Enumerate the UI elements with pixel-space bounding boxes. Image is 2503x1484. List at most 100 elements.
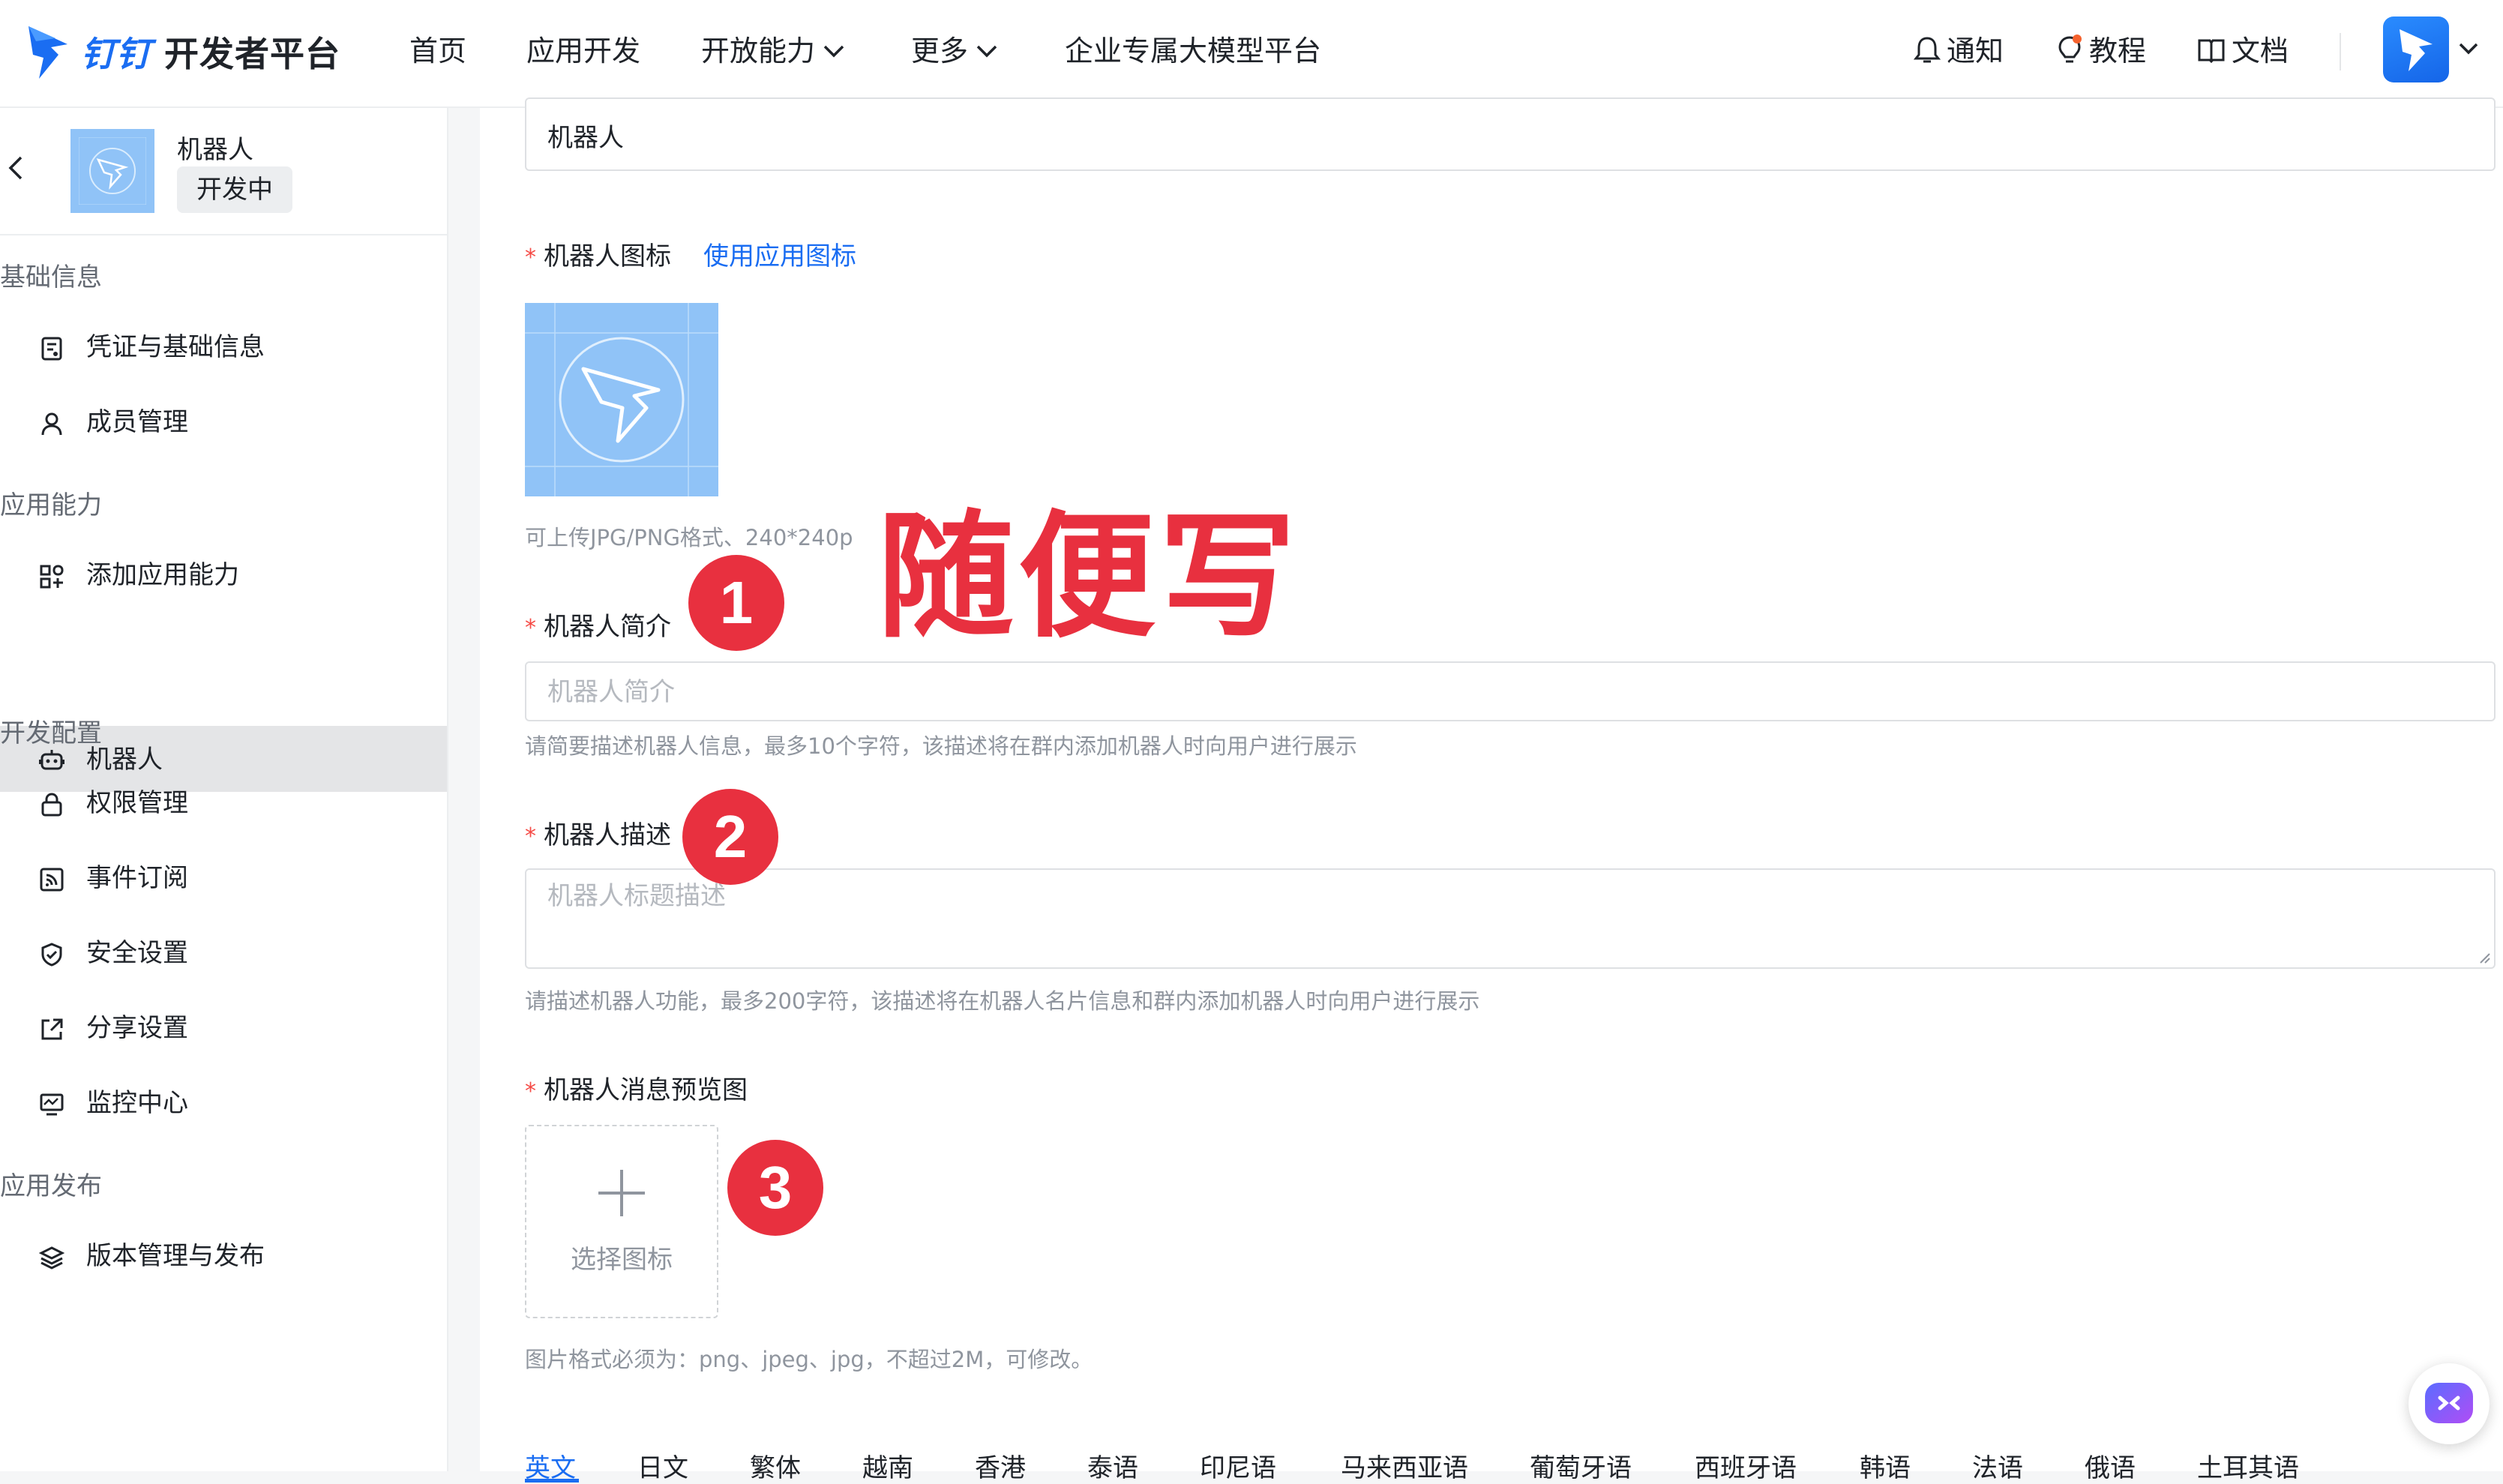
dingtalk-logo-icon	[28, 26, 67, 79]
robot-icon	[39, 750, 64, 770]
top-header: 钉钉 开发者平台 首页 应用开发 开放能力 更多 企业专属大模型平台 通知 教程…	[0, 0, 2503, 108]
nav-more[interactable]: 更多	[911, 0, 998, 108]
robot-wing-icon	[79, 137, 146, 205]
tab-lang-id[interactable]: 印尼语	[1200, 1447, 1276, 1484]
sidebar-item-credentials[interactable]: 凭证与基础信息	[0, 313, 447, 381]
sidebar-item-add-ability[interactable]: 添加应用能力	[0, 541, 447, 609]
sidebar-item-version[interactable]: 版本管理与发布	[0, 1222, 447, 1290]
required-mark: *	[525, 244, 536, 271]
sidebar-item-monitor[interactable]: 监控中心	[0, 1069, 447, 1137]
sidebar-item-events[interactable]: 事件订阅	[0, 844, 447, 912]
tab-lang-ja[interactable]: 日文	[637, 1447, 688, 1484]
sidebar-item-share[interactable]: 分享设置	[0, 994, 447, 1062]
app-icon	[70, 129, 154, 213]
shield-icon	[41, 943, 62, 967]
robot-desc-hint: 请描述机器人功能，最多200字符，该描述将在机器人名片信息和群内添加机器人时向用…	[525, 988, 1480, 1014]
robot-intro-hint: 请简要描述机器人信息，最多10个字符，该描述将在群内添加机器人时向用户进行展示	[525, 733, 1357, 759]
tab-lang-ko[interactable]: 韩语	[1860, 1447, 1911, 1484]
tutorial-button[interactable]: 教程	[2056, 0, 2146, 108]
plus-icon	[598, 1170, 645, 1216]
nav-more-label: 更多	[911, 34, 969, 67]
robot-icon-preview[interactable]	[525, 303, 718, 496]
brand-name: 开发者平台	[164, 34, 341, 74]
nav-enterprise-llm[interactable]: 企业专属大模型平台	[1065, 0, 1321, 108]
docs-button[interactable]: 文档	[2197, 0, 2289, 108]
sidebar-item-label: 监控中心	[86, 1088, 188, 1118]
section-basic: 基础信息	[0, 262, 102, 292]
section-ability: 应用能力	[0, 490, 102, 520]
sidebar-item-label: 分享设置	[86, 1013, 188, 1043]
monitor-icon	[40, 1093, 64, 1116]
sidebar-item-label: 凭证与基础信息	[86, 332, 265, 362]
chevron-down-icon	[823, 45, 844, 57]
share-icon	[41, 1018, 63, 1040]
required-mark: *	[525, 1078, 536, 1105]
sidebar: 机器人 开发中 基础信息 凭证与基础信息 成员管理 应用能力 添加应用能力 机器…	[0, 108, 448, 1471]
robot-intro-input[interactable]: 机器人简介	[525, 661, 2496, 721]
robot-desc-textarea[interactable]: 机器人标题描述	[525, 868, 2496, 969]
assistant-float-button[interactable]	[2409, 1363, 2490, 1444]
rss-icon	[40, 868, 64, 892]
bell-icon	[1913, 36, 1941, 62]
robot-preview-label: * 机器人消息预览图	[525, 1069, 748, 1106]
nav-app-dev[interactable]: 应用开发	[526, 0, 640, 108]
tutorial-label: 教程	[2089, 34, 2147, 67]
main-form: 机器人 * 机器人图标 使用应用图标 可上传JPG/PNG格式、240*240p …	[480, 97, 2503, 1483]
tab-lang-ms[interactable]: 马来西亚语	[1341, 1447, 1468, 1484]
robot-desc-label: * 机器人描述	[525, 814, 671, 851]
sidebar-item-label: 权限管理	[86, 788, 188, 818]
dingtalk-avatar-icon	[2400, 29, 2433, 71]
lightbulb-icon	[2058, 34, 2082, 62]
sidebar-item-members[interactable]: 成员管理	[0, 388, 447, 456]
brand-ding: 钉钉	[81, 34, 151, 74]
robot-name-input[interactable]: 机器人	[525, 97, 2496, 171]
nav-open-ability[interactable]: 开放能力	[701, 0, 845, 108]
robot-intro-label: * 机器人简介	[525, 606, 671, 643]
status-badge: 开发中	[177, 166, 292, 213]
tab-lang-th[interactable]: 泰语	[1087, 1447, 1138, 1484]
preview-upload-button[interactable]: 选择图标	[525, 1125, 718, 1318]
sidebar-item-permissions[interactable]: 权限管理	[0, 769, 447, 837]
use-app-icon-link[interactable]: 使用应用图标	[703, 235, 856, 272]
app-header: 机器人 开发中	[0, 108, 447, 235]
tab-lang-zh-tw[interactable]: 繁体	[750, 1447, 801, 1484]
robot-icon-label-text: 机器人图标	[544, 241, 671, 271]
tab-lang-ru[interactable]: 俄语	[2085, 1447, 2136, 1484]
nav-open-ability-label: 开放能力	[701, 34, 816, 67]
dingtalk-logo[interactable]: 钉钉 开发者平台	[25, 10, 340, 93]
lock-icon	[41, 793, 62, 817]
header-divider	[2340, 33, 2341, 70]
robot-icon-label: * 机器人图标	[525, 235, 671, 272]
tab-lang-pt[interactable]: 葡萄牙语	[1530, 1447, 1632, 1484]
preview-hint: 图片格式必须为：png、jpeg、jpg，不超过2M，可修改。	[525, 1347, 1093, 1372]
tab-lang-es[interactable]: 西班牙语	[1695, 1447, 1797, 1484]
tab-lang-tr[interactable]: 土耳其语	[2197, 1447, 2299, 1484]
robot-icon-hint: 可上传JPG/PNG格式、240*240p	[525, 525, 853, 550]
section-dev: 开发配置	[0, 718, 102, 748]
required-mark: *	[525, 823, 536, 850]
notify-button[interactable]: 通知	[1913, 0, 2004, 108]
docs-label: 文档	[2232, 34, 2289, 67]
sidebar-item-label: 添加应用能力	[86, 560, 239, 590]
user-icon	[41, 412, 62, 436]
chevron-down-icon[interactable]	[2458, 42, 2479, 55]
robot-preview-label-text: 机器人消息预览图	[544, 1075, 748, 1105]
sidebar-item-label: 版本管理与发布	[86, 1241, 265, 1271]
tab-lang-hk[interactable]: 香港	[975, 1447, 1026, 1484]
preview-upload-label: 选择图标	[571, 1245, 673, 1275]
sidebar-item-security[interactable]: 安全设置	[0, 919, 447, 987]
tab-active-underline	[525, 1479, 579, 1483]
robot-wing-icon	[525, 303, 718, 496]
sidebar-item-label: 安全设置	[86, 938, 188, 968]
robot-desc-label-text: 机器人描述	[544, 820, 671, 850]
required-mark: *	[525, 615, 536, 641]
back-arrow-icon[interactable]	[4, 153, 25, 183]
section-publish: 应用发布	[0, 1171, 102, 1201]
tab-lang-fr[interactable]: 法语	[1972, 1447, 2023, 1484]
notify-label: 通知	[1947, 34, 2004, 67]
sidebar-item-label: 事件订阅	[86, 863, 188, 893]
resize-handle-icon[interactable]	[2478, 951, 2491, 964]
tab-lang-vi[interactable]: 越南	[862, 1447, 913, 1484]
avatar[interactable]	[2383, 16, 2449, 82]
nav-home[interactable]: 首页	[409, 0, 466, 108]
